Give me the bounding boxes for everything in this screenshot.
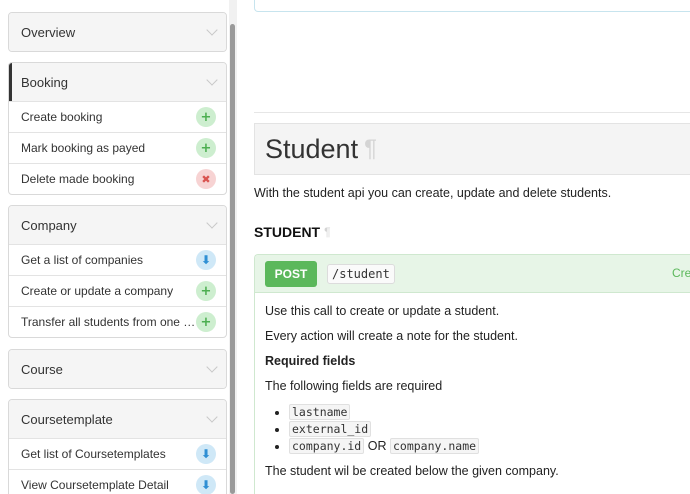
- sidebar-group-header-course[interactable]: Course: [9, 350, 226, 388]
- section-title-text: STUDENT: [254, 224, 321, 240]
- sidebar-item-list-companies[interactable]: Get a list of companies ⬇: [9, 244, 226, 275]
- sidebar-group-title: Company: [21, 217, 77, 233]
- field-code: company.name: [389, 438, 480, 454]
- arrow-down-icon: ⬇: [196, 444, 216, 464]
- sidebar-item-mark-booking-payed[interactable]: Mark booking as payed +: [9, 132, 226, 163]
- sidebar-item-delete-booking[interactable]: Delete made booking ✖: [9, 163, 226, 194]
- sidebar-group-course: Course: [8, 349, 227, 389]
- field-code: lastname: [289, 404, 351, 420]
- plus-icon: +: [196, 138, 216, 158]
- resource-description: With the student api you can create, upd…: [254, 186, 612, 200]
- sidebar-item-label: Get a list of companies: [21, 253, 144, 267]
- page-title: Student: [265, 133, 359, 164]
- sidebar-item-list-coursetemplates[interactable]: Get list of Coursetemplates ⬇: [9, 438, 226, 469]
- sidebar-scrollbar-thumb[interactable]: [230, 24, 235, 494]
- list-item: company.id OR company.name: [289, 438, 684, 455]
- sidebar-item-label: Transfer all students from one company t…: [21, 315, 196, 329]
- sidebar-group-title: Overview: [21, 24, 76, 40]
- sidebar-item-label: Create or update a company: [21, 284, 174, 298]
- method-badge: POST: [265, 260, 317, 287]
- chevron-down-icon: [206, 217, 218, 229]
- sidebar-item-create-update-company[interactable]: Create or update a company +: [9, 275, 226, 306]
- resource-title-bar: Student ¶: [254, 123, 690, 175]
- endpoint-panel: POST /student Create or update a student…: [254, 254, 690, 494]
- required-fields-intro: The following fields are required: [265, 379, 443, 393]
- sidebar-item-label: Mark booking as payed: [21, 141, 146, 155]
- sidebar-item-view-coursetemplate[interactable]: View Coursetemplate Detail ⬇: [9, 469, 226, 494]
- sidebar-group-header-booking[interactable]: Booking: [9, 63, 226, 101]
- or-text: OR: [367, 439, 387, 453]
- required-fields-heading: Required fields: [265, 354, 356, 368]
- pilcrow-icon[interactable]: ¶: [364, 135, 377, 163]
- list-item: lastname: [289, 404, 684, 421]
- sidebar-group-company: Company Get a list of companies ⬇ Create…: [8, 205, 227, 338]
- plus-icon: +: [196, 312, 216, 332]
- sidebar-group-booking: Booking Create booking + Mark booking as…: [8, 62, 227, 195]
- endpoint-description-line: Every action will create a note for the …: [265, 329, 518, 343]
- sidebar-group-title: Course: [21, 361, 63, 377]
- plus-icon: +: [196, 107, 216, 127]
- endpoint-path: /student: [327, 263, 395, 284]
- list-item: external_id: [289, 421, 684, 438]
- sidebar-group-header-overview[interactable]: Overview: [9, 13, 226, 51]
- sidebar-group-header-coursetemplate[interactable]: Coursetemplate: [9, 400, 226, 438]
- sidebar-group-title: Coursetemplate: [21, 411, 113, 427]
- chevron-down-icon: [206, 411, 218, 423]
- chevron-down-icon: [206, 24, 218, 36]
- endpoint-body: Use this call to create or update a stud…: [255, 293, 690, 494]
- chevron-down-icon: [206, 74, 218, 86]
- arrow-down-icon: ⬇: [196, 250, 216, 270]
- divider: [254, 112, 690, 113]
- endpoint-description-line: Use this call to create or update a stud…: [265, 304, 500, 318]
- sidebar-group-title: Booking: [21, 74, 68, 90]
- sidebar-group-overview: Overview: [8, 12, 227, 52]
- field-code: external_id: [289, 421, 372, 437]
- section-title: STUDENT ¶: [254, 224, 331, 240]
- sidebar-item-create-booking[interactable]: Create booking +: [9, 101, 226, 132]
- pilcrow-icon[interactable]: ¶: [324, 225, 330, 239]
- sidebar-item-label: Create booking: [21, 110, 103, 124]
- sidebar-group-coursetemplate: Coursetemplate Get list of Coursetemplat…: [8, 399, 227, 494]
- sidebar-item-label: Delete made booking: [21, 172, 135, 186]
- required-fields-list: lastname external_id company.id OR compa…: [289, 404, 684, 455]
- previous-endpoint-panel: [254, 0, 690, 12]
- field-code: company.id: [289, 438, 365, 454]
- plus-icon: +: [196, 281, 216, 301]
- sidebar-item-label: Get list of Coursetemplates: [21, 447, 166, 461]
- close-icon: ✖: [196, 169, 216, 189]
- endpoint-summary: Create or update a student: [672, 266, 690, 280]
- sidebar-item-label: View Coursetemplate Detail: [21, 478, 169, 492]
- endpoint-footer-text: The student wil be created below the giv…: [265, 464, 559, 478]
- sidebar: Overview Booking Create booking + Mark b…: [0, 0, 240, 494]
- sidebar-item-transfer-students[interactable]: Transfer all students from one company t…: [9, 306, 226, 337]
- chevron-down-icon: [206, 361, 218, 373]
- arrow-down-icon: ⬇: [196, 475, 216, 494]
- endpoint-header[interactable]: POST /student Create or update a student: [255, 255, 690, 293]
- sidebar-group-header-company[interactable]: Company: [9, 206, 226, 244]
